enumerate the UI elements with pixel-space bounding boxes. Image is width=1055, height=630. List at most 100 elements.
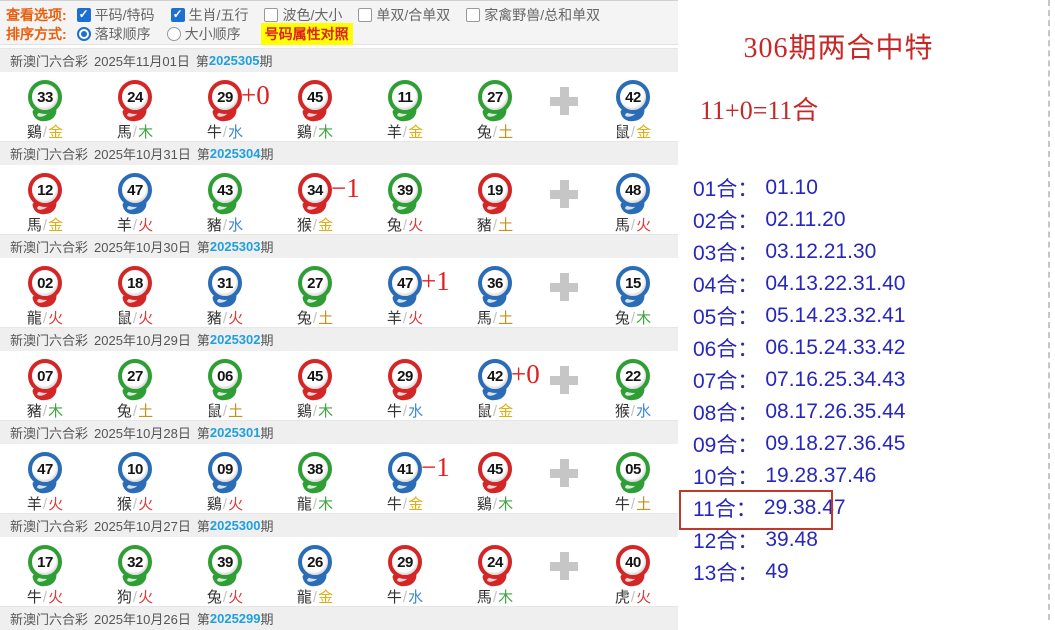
zodiac-element-label: 兔/土: [296, 310, 334, 327]
radio-daxiao-order[interactable]: 大小顺序: [166, 24, 241, 44]
plus-separator: [540, 165, 588, 234]
ball-number: 38: [307, 460, 323, 478]
ball-cell: 45 鷄/木: [270, 351, 360, 420]
checkbox-jiaqin-yeshou[interactable]: 家禽野兽/总和单双: [466, 5, 600, 25]
balls-row: 47 羊/火 10 猴/火 09 鷄/火 38 龍/木 41 牛/金 −1 45 鷄/木 05…: [0, 444, 678, 513]
zodiac-element-label: 猴/火: [116, 496, 154, 513]
draw-row: 新澳门六合彩 2025年10月27日第 2025300 期 17 牛/火 32 狗/火 3…: [0, 513, 678, 606]
draw-header: 新澳门六合彩 2025年10月31日第 2025304 期: [0, 141, 678, 165]
ball-number: 27: [127, 367, 143, 385]
combo-group-row: 02合： 02.11.20: [693, 208, 846, 233]
combo-group-row: 10合： 19.28.37.46: [693, 464, 877, 489]
panel-title: 306期两合中特: [743, 33, 934, 64]
combo-group-row: 13合： 49: [693, 560, 789, 585]
lottery-ball: 24: [118, 80, 152, 123]
draw-date: 2025年10月30日: [94, 240, 191, 255]
lottery-ball: 42: [616, 80, 650, 123]
zodiac-element-label: 龍/木: [296, 496, 334, 513]
lottery-ball: 18: [118, 266, 152, 309]
plus-icon: [550, 366, 578, 394]
period-number: 2025305: [208, 53, 260, 68]
plus-separator: [540, 444, 588, 513]
zodiac-element-label: 兔/火: [386, 217, 424, 234]
zodiac-element-label: 馬/土: [476, 310, 514, 327]
checkbox-pingma-tema[interactable]: 平码/特码: [76, 5, 155, 25]
ball-cell: 47 羊/火 +1: [360, 258, 450, 327]
checkbox-bose-daxiao[interactable]: 波色/大小: [264, 5, 342, 25]
ball-cell: 12 馬/金: [0, 165, 90, 234]
number-attribute-compare-button[interactable]: 号码属性对照: [260, 22, 353, 45]
sort-options-label: 排序方式:: [6, 25, 67, 42]
ball-number: 31: [217, 274, 233, 292]
dashed-edge-divider: [1048, 0, 1050, 620]
ball-cell: 27 兔/土: [270, 258, 360, 327]
zodiac-element-label: 牛/土: [614, 496, 652, 513]
zodiac-element-label: 豬/水: [206, 217, 244, 234]
zodiac-element-label: 兔/木: [614, 310, 652, 327]
ball-cell: 27 兔/土: [90, 351, 180, 420]
lottery-ball: 11: [388, 80, 422, 123]
lottery-ball: 47: [388, 266, 422, 309]
lottery-ball: 47: [28, 452, 62, 495]
draw-date: 2025年10月28日: [94, 426, 191, 441]
zodiac-element-label: 豬/土: [476, 217, 514, 234]
ball-cell: 43 豬/水: [180, 165, 270, 234]
zodiac-element-label: 馬/木: [476, 589, 514, 606]
lottery-ball: 47: [118, 173, 152, 216]
balls-row: 02 龍/火 18 鼠/火 31 豬/火 27 兔/土 47 羊/火 +1 36 馬/土 15…: [0, 258, 678, 327]
lottery-ball: 10: [118, 452, 152, 495]
draw-date: 2025年10月29日: [94, 333, 191, 348]
ball-cell: 26 龍/金: [270, 537, 360, 606]
radio-luoqiu-order[interactable]: 落球顺序: [76, 24, 151, 44]
ball-cell: 36 馬/土: [450, 258, 540, 327]
ball-number: 22: [625, 367, 641, 385]
period-number: 2025304: [209, 146, 261, 161]
ball-cell: 42 鼠/金 +0: [450, 351, 540, 420]
combo-group-row: 09合： 09.18.27.36.45: [693, 432, 906, 457]
zodiac-element-label: 鼠/金: [614, 124, 652, 141]
ball-number: 39: [217, 553, 233, 571]
ball-cell: 41 牛/金 −1: [360, 444, 450, 513]
ball-number: 18: [127, 274, 143, 292]
zodiac-element-label: 兔/土: [476, 124, 514, 141]
checkbox-icon: [466, 7, 481, 22]
zodiac-element-label: 羊/火: [26, 496, 64, 513]
lottery-ball: 02: [28, 266, 62, 309]
ball-number: 15: [625, 274, 641, 292]
draw-date: 2025年10月26日: [94, 612, 191, 627]
ball-number: 33: [37, 88, 53, 106]
lottery-name: 新澳门六合彩: [10, 612, 89, 627]
checkbox-danshuang[interactable]: 单双/合单双: [358, 5, 450, 25]
ball-number: 09: [217, 460, 233, 478]
period-number: 2025299: [209, 611, 261, 626]
zodiac-element-label: 鷄/火: [206, 496, 244, 513]
gap-annotation: +0: [511, 359, 540, 389]
plus-icon: [550, 273, 578, 301]
draw-date: 2025年11月01日: [94, 54, 190, 69]
ball-cell: 45 鷄/木: [450, 444, 540, 513]
special-ball-cell: 22 猴/水: [588, 351, 678, 420]
checkbox-shengxiao-wuxing[interactable]: 生肖/五行: [170, 5, 248, 25]
combo-group-row: 04合： 04.13.22.31.40: [693, 272, 906, 297]
zodiac-element-label: 龍/火: [26, 310, 64, 327]
combo-group-row: 05合： 05.14.23.32.41: [693, 304, 906, 329]
balls-row: 33 鷄/金 24 馬/木 29 牛/水 +0 45 鷄/木 11 羊/金 27 兔/土 42…: [0, 72, 678, 141]
lottery-ball: 27: [118, 359, 152, 402]
ball-cell: 29 牛/水: [360, 537, 450, 606]
gap-annotation: +0: [241, 80, 270, 110]
checkbox-icon: [264, 7, 279, 22]
zodiac-element-label: 鼠/火: [116, 310, 154, 327]
zodiac-element-label: 鼠/金: [476, 403, 514, 420]
plus-icon: [550, 552, 578, 580]
ball-number: 42: [625, 88, 641, 106]
gap-annotation: −1: [331, 173, 360, 203]
ball-cell: 09 鷄/火: [180, 444, 270, 513]
balls-row: 12 馬/金 47 羊/火 43 豬/水 34 猴/金 −1 39 兔/火 19 豬/土 48…: [0, 165, 678, 234]
zodiac-element-label: 猴/水: [614, 403, 652, 420]
zodiac-element-label: 牛/火: [26, 589, 64, 606]
plus-separator: [540, 258, 588, 327]
lottery-name: 新澳门六合彩: [10, 519, 89, 534]
special-ball-cell: 05 牛/土: [588, 444, 678, 513]
radio-icon: [166, 26, 181, 41]
lottery-ball: 29: [208, 80, 242, 123]
